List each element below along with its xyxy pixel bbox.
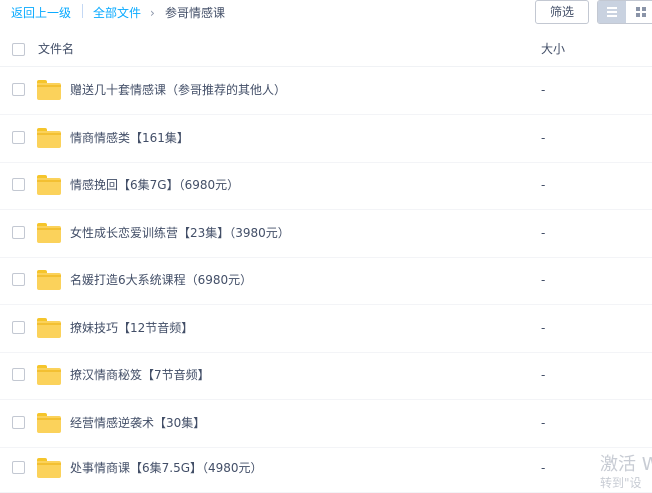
folder-icon: [37, 413, 61, 433]
file-size: -: [541, 131, 546, 145]
back-link[interactable]: 返回上一级: [11, 6, 71, 20]
row-checkbox[interactable]: [12, 368, 25, 381]
folder-icon: [37, 223, 61, 243]
activation-watermark-title: 激活 W: [600, 454, 652, 475]
table-row[interactable]: 经营情感逆袭术【30集】 -: [0, 400, 652, 448]
table-row[interactable]: 女性成长恋爱训练营【23集】（3980元） -: [0, 210, 652, 258]
view-mode-toggle: [597, 0, 652, 24]
row-checkbox[interactable]: [12, 83, 25, 96]
grid-view-button[interactable]: [627, 1, 652, 23]
file-name[interactable]: 名媛打造6大系统课程（6980元）: [70, 273, 252, 287]
folder-icon: [37, 270, 61, 290]
breadcrumb-all-files[interactable]: 全部文件: [93, 6, 141, 20]
filter-button[interactable]: 筛选: [535, 0, 589, 24]
row-checkbox[interactable]: [12, 461, 25, 474]
row-checkbox[interactable]: [12, 273, 25, 286]
file-name[interactable]: 情感挽回【6集7G】（6980元）: [70, 178, 239, 192]
folder-icon: [37, 365, 61, 385]
file-name[interactable]: 撩汉情商秘笈【7节音频】: [70, 368, 210, 382]
top-toolbar: 返回上一级 全部文件 › 参哥情感课 筛选: [0, 0, 652, 30]
table-row[interactable]: 撩妹技巧【12节音频】 -: [0, 305, 652, 353]
file-size: -: [541, 226, 546, 240]
table-row[interactable]: 撩汉情商秘笈【7节音频】 -: [0, 352, 652, 400]
file-size: -: [541, 416, 546, 430]
row-checkbox[interactable]: [12, 416, 25, 429]
file-name[interactable]: 赠送几十套情感课（参哥推荐的其他人）: [70, 83, 286, 97]
table-row[interactable]: 赠送几十套情感课（参哥推荐的其他人） -: [0, 67, 652, 115]
folder-icon: [37, 128, 61, 148]
breadcrumb-current-folder: 参哥情感课: [165, 6, 226, 20]
folder-icon: [37, 175, 61, 195]
file-name[interactable]: 撩妹技巧【12节音频】: [70, 321, 193, 335]
file-name[interactable]: 女性成长恋爱训练营【23集】（3980元）: [70, 226, 290, 240]
column-header-name[interactable]: 文件名: [38, 42, 74, 56]
row-checkbox[interactable]: [12, 321, 25, 334]
file-name[interactable]: 处事情商课【6集7.5G】（4980元）: [70, 461, 263, 475]
file-size: -: [541, 461, 546, 475]
row-checkbox[interactable]: [12, 226, 25, 239]
file-name[interactable]: 经营情感逆袭术【30集】: [70, 416, 205, 430]
column-header-size[interactable]: 大小: [541, 42, 565, 56]
chevron-right-icon: ›: [150, 6, 155, 20]
file-size: -: [541, 83, 546, 97]
folder-icon: [37, 458, 61, 478]
list-view-button[interactable]: [598, 1, 626, 23]
list-icon: [607, 7, 617, 17]
table-row[interactable]: 处事情商课【6集7.5G】（4980元） -: [0, 445, 652, 493]
table-header: 文件名 大小: [0, 32, 652, 67]
folder-icon: [37, 318, 61, 338]
file-size: -: [541, 321, 546, 335]
table-row[interactable]: 情感挽回【6集7G】（6980元） -: [0, 162, 652, 210]
activation-watermark-subtitle: 转到"设: [600, 476, 642, 490]
folder-icon: [37, 80, 61, 100]
row-checkbox[interactable]: [12, 131, 25, 144]
row-checkbox[interactable]: [12, 178, 25, 191]
file-size: -: [541, 178, 546, 192]
file-name[interactable]: 情商情感类【161集】: [70, 131, 189, 145]
file-size: -: [541, 368, 546, 382]
breadcrumb-divider: [82, 4, 83, 18]
table-row[interactable]: 情商情感类【161集】 -: [0, 115, 652, 163]
file-size: -: [541, 273, 546, 287]
select-all-checkbox[interactable]: [12, 43, 25, 56]
table-row[interactable]: 名媛打造6大系统课程（6980元） -: [0, 257, 652, 305]
